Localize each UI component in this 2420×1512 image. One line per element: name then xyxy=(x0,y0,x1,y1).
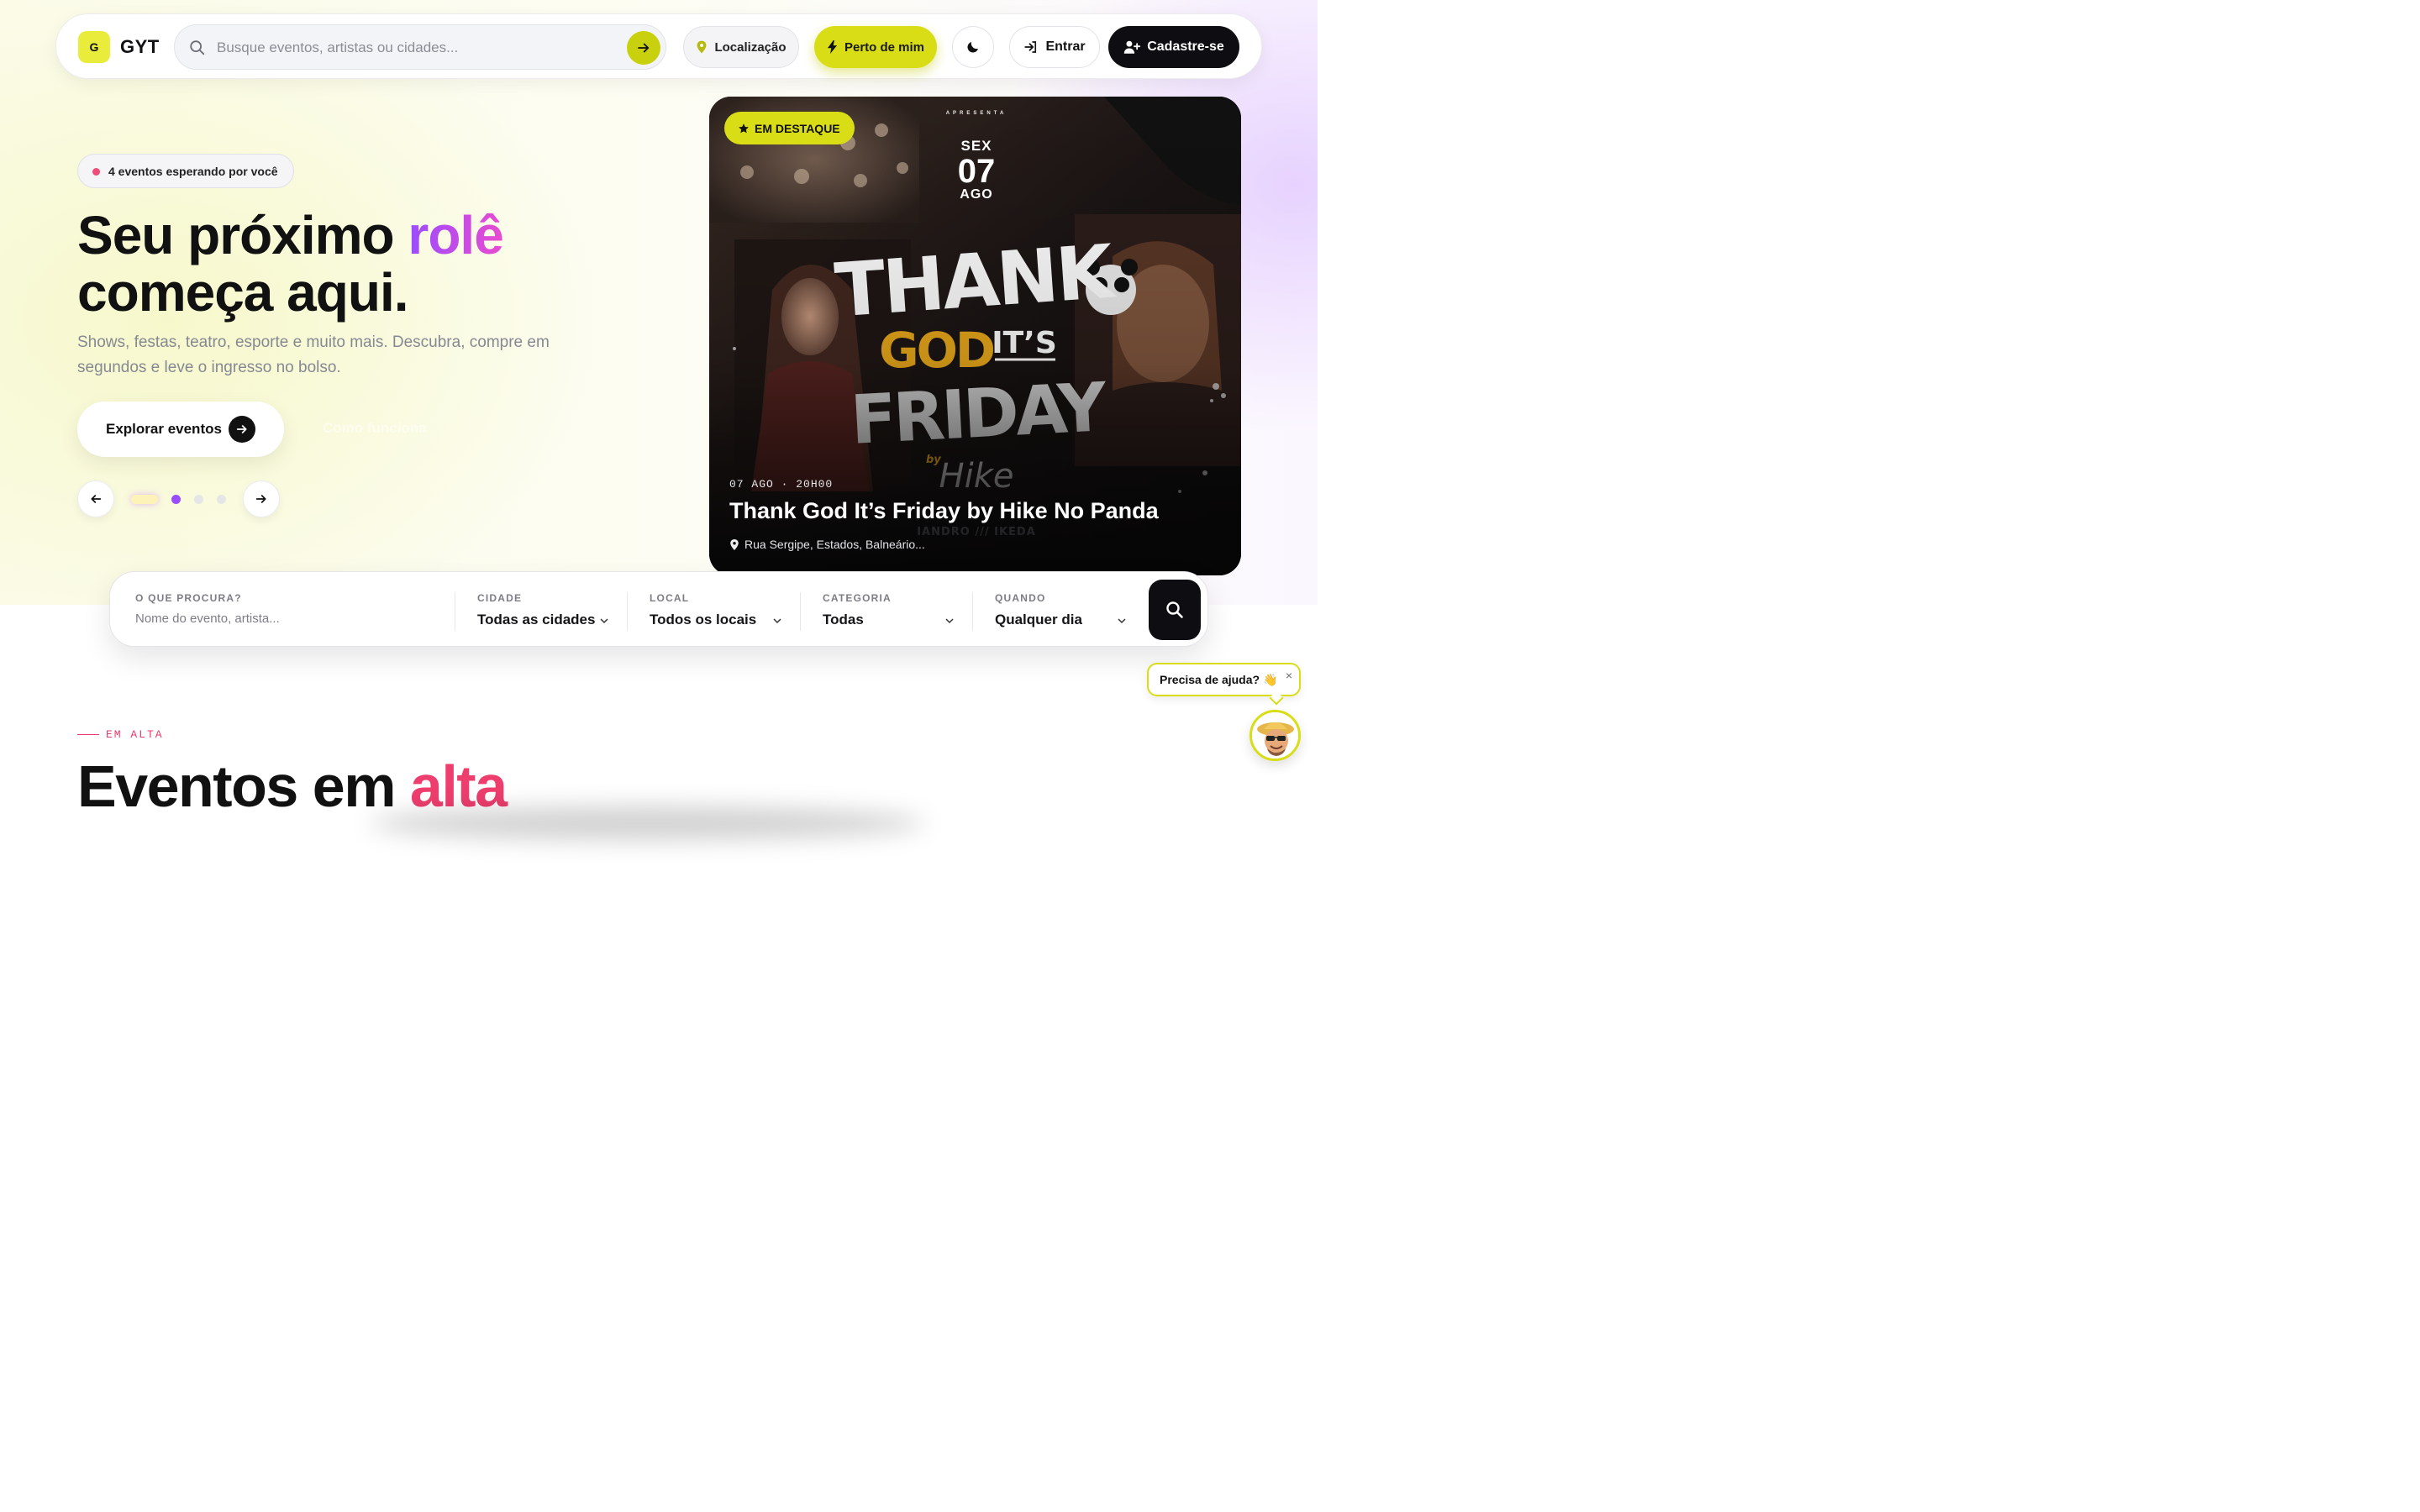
help-bubble[interactable]: Precisa de ajuda? 👋 xyxy=(1147,663,1301,706)
search-icon xyxy=(1166,601,1183,618)
lightning-icon xyxy=(827,40,838,54)
featured-badge-label: EM DESTAQUE xyxy=(755,121,840,135)
near-me-label: Perto de mim xyxy=(844,39,925,55)
hero-title: Seu próximo rolê começa aqui. xyxy=(77,207,666,321)
signup-button[interactable]: Cadastre-se xyxy=(1108,26,1239,68)
event-title[interactable]: Thank God It’s Friday by Hike No Panda xyxy=(729,498,1225,524)
event-location: Rua Sergipe, Estados, Balneário... xyxy=(729,538,925,551)
chevron-down-icon xyxy=(773,618,781,624)
help-assistant-avatar[interactable] xyxy=(1249,710,1301,761)
moon-icon xyxy=(967,42,978,53)
events-count-text: 4 eventos esperando por você xyxy=(108,164,278,178)
close-icon[interactable]: × xyxy=(1283,669,1295,681)
theme-toggle-button[interactable] xyxy=(952,26,994,68)
poster-presents-text: APRESENTA xyxy=(945,111,1007,116)
global-search xyxy=(174,24,666,70)
category-select[interactable]: Todas xyxy=(823,612,864,628)
map-pin-icon xyxy=(697,40,707,54)
logo-text[interactable]: GYT xyxy=(120,36,160,58)
arrow-right-icon xyxy=(638,43,650,53)
city-select[interactable]: Todas as cidades xyxy=(477,612,595,628)
poster-month: AGO xyxy=(960,187,993,202)
arrow-right-icon xyxy=(255,495,266,503)
category-label: CATEGORIA xyxy=(823,592,892,604)
star-icon xyxy=(739,123,749,133)
divider xyxy=(800,592,801,631)
poster-weekday: SEX xyxy=(960,138,992,154)
event-datetime: 07 AGO · 20H00 xyxy=(729,478,834,491)
top-navbar: G GYT Localização Perto de mim Entrar Ca… xyxy=(55,13,1262,79)
divider xyxy=(627,592,628,631)
location-button[interactable]: Localização xyxy=(683,26,799,68)
search-icon xyxy=(190,40,205,55)
carousel-next-button[interactable] xyxy=(243,480,280,517)
carousel-dot[interactable] xyxy=(171,495,181,504)
events-count-badge: 4 eventos esperando por você xyxy=(77,154,294,188)
featured-badge: EM DESTAQUE xyxy=(724,112,855,144)
event-filter-bar: O QUE PROCURA? CIDADE Todas as cidades L… xyxy=(109,571,1208,647)
user-plus-icon xyxy=(1123,40,1141,54)
login-button[interactable]: Entrar xyxy=(1009,26,1100,68)
near-me-button[interactable]: Perto de mim xyxy=(814,26,937,68)
location-label: Localização xyxy=(714,39,786,55)
login-icon xyxy=(1024,41,1037,53)
arrow-right-icon xyxy=(229,416,255,443)
carousel-dot[interactable] xyxy=(194,495,203,504)
chevron-down-icon xyxy=(600,618,608,624)
signup-label: Cadastre-se xyxy=(1147,39,1224,54)
divider xyxy=(972,592,973,631)
when-select[interactable]: Qualquer dia xyxy=(995,612,1082,628)
login-label: Entrar xyxy=(1045,39,1086,54)
map-pin-icon xyxy=(730,538,739,550)
explore-events-label: Explorar eventos xyxy=(106,421,222,437)
logo-badge[interactable]: G xyxy=(78,31,110,63)
poster-day: 07 xyxy=(957,153,996,190)
carousel-prev-button[interactable] xyxy=(77,480,114,517)
what-input[interactable] xyxy=(135,612,438,626)
place-select[interactable]: Todos os locais xyxy=(650,612,756,628)
poster-date: SEX 07 AGO xyxy=(936,139,1017,202)
chevron-down-icon xyxy=(1118,618,1126,624)
search-submit-button[interactable] xyxy=(627,31,660,65)
event-location-text: Rua Sergipe, Estados, Balneário... xyxy=(744,538,925,551)
when-label: QUANDO xyxy=(995,592,1046,604)
hero-title-accent: rolê xyxy=(408,205,503,265)
place-label: LOCAL xyxy=(650,592,690,604)
filter-search-button[interactable] xyxy=(1149,580,1201,640)
bubble-tail xyxy=(1269,690,1284,706)
city-label: CIDADE xyxy=(477,592,523,604)
section-title-part1: Eventos em xyxy=(77,753,410,819)
featured-event-card[interactable]: THANK GOD IT’S FRIDAY Hike by IANDRO ///… xyxy=(709,97,1241,575)
hero-subtitle: Shows, festas, teatro, esporte e muito m… xyxy=(77,333,550,376)
section-kicker-text: EM ALTA xyxy=(106,728,164,741)
kicker-line xyxy=(77,734,99,735)
carousel-dot-active[interactable] xyxy=(131,495,158,504)
chevron-down-icon xyxy=(945,618,954,624)
mascot-icon xyxy=(1252,712,1298,759)
hero-title-part1: Seu próximo xyxy=(77,205,408,265)
how-it-works-button[interactable]: Como funciona xyxy=(323,420,427,437)
hero-title-part2: começa aqui. xyxy=(77,262,408,323)
section-title: Eventos em alta xyxy=(77,753,508,820)
card-shadow xyxy=(370,806,924,840)
arrow-left-icon xyxy=(91,495,102,503)
help-bubble-text: Precisa de ajuda? 👋 xyxy=(1160,672,1278,686)
explore-events-button[interactable]: Explorar eventos xyxy=(77,402,284,457)
section-kicker: EM ALTA xyxy=(77,728,164,741)
status-dot xyxy=(92,168,100,176)
carousel-dot[interactable] xyxy=(217,495,226,504)
what-label: O QUE PROCURA? xyxy=(135,592,242,604)
search-input[interactable] xyxy=(217,37,612,59)
